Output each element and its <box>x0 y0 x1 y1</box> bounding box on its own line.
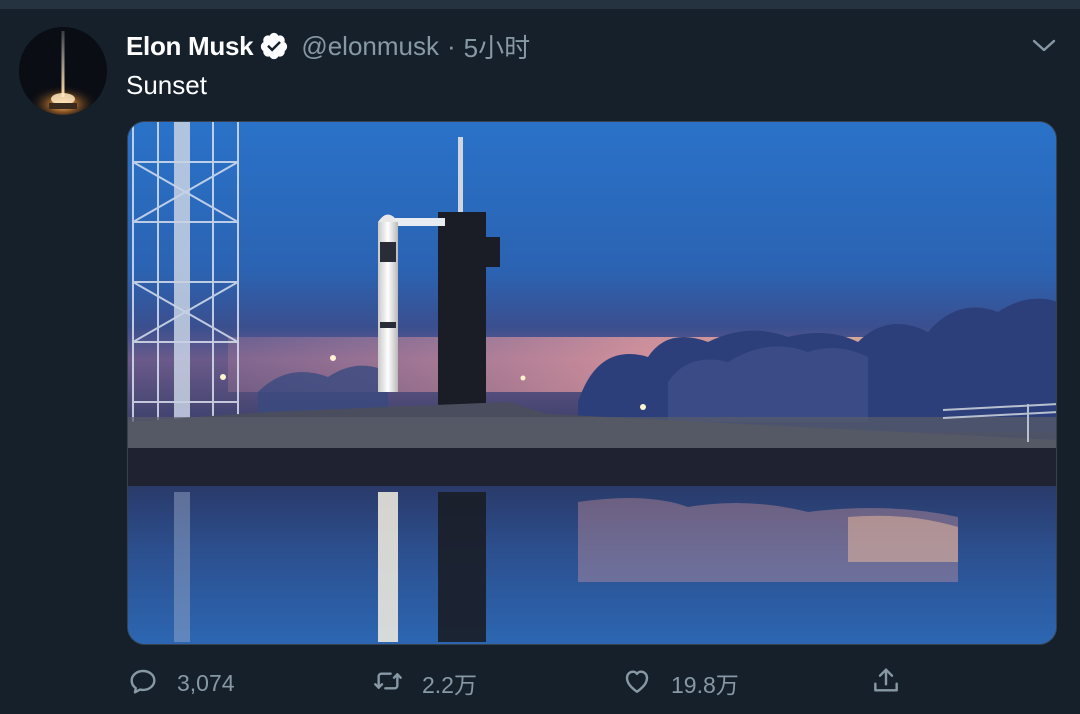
launch-pad-sunset-photo <box>128 122 1056 644</box>
like-button[interactable]: 19.8万 <box>621 660 739 706</box>
chevron-down-icon[interactable] <box>1030 36 1058 56</box>
retweet-icon <box>372 665 404 702</box>
share-button[interactable] <box>870 660 902 706</box>
top-divider-bar <box>0 0 1080 9</box>
tweet-text: Sunset <box>126 70 207 100</box>
avatar-rocket-launch-image <box>19 27 107 115</box>
like-count: 19.8万 <box>671 672 739 698</box>
author-handle[interactable]: @elonmusk <box>301 31 439 62</box>
share-upload-icon <box>870 665 902 702</box>
author-name[interactable]: Elon Musk <box>126 31 254 62</box>
tweet-photo[interactable] <box>127 121 1057 645</box>
separator-dot: · <box>447 30 456 61</box>
reply-count: 3,074 <box>177 669 235 696</box>
retweet-count: 2.2万 <box>422 672 477 698</box>
reply-button[interactable]: 3,074 <box>127 660 235 706</box>
reply-bubble-icon <box>127 665 159 702</box>
tweet-header: Elon Musk @elonmusk · 5小时 <box>126 28 530 64</box>
tweet-actions-bar: 3,074 2.2万 19.8万 <box>0 660 1080 706</box>
verified-badge-icon <box>259 31 289 61</box>
heart-icon <box>621 665 653 702</box>
timestamp[interactable]: 5小时 <box>464 28 530 65</box>
retweet-button[interactable]: 2.2万 <box>372 660 477 706</box>
avatar[interactable] <box>19 27 107 115</box>
